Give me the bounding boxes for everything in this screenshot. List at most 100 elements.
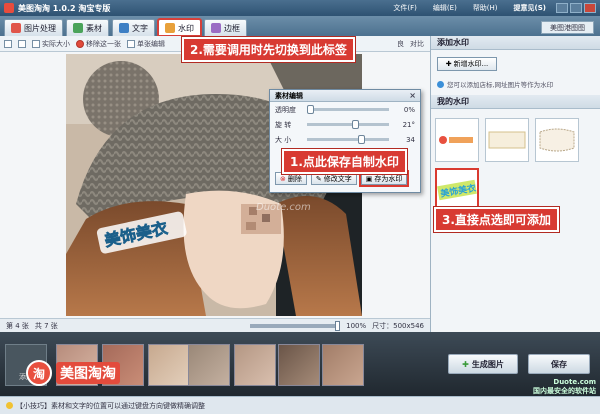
page-total: 共 7 张 — [34, 321, 58, 330]
tab-label: 边框 — [224, 23, 240, 33]
tab-image-edit[interactable]: 图片处理 — [4, 19, 63, 36]
zoom-out-icon — [4, 39, 12, 48]
tab-label: 图片处理 — [24, 23, 56, 33]
actual-size-label: 实际大小 — [42, 39, 70, 48]
watermark-thumb-image — [539, 128, 575, 152]
single-edit-label: 单张编辑 — [137, 39, 165, 48]
zoom-slider[interactable] — [250, 320, 341, 331]
title-bar: 美图淘淘 1.0.2 淘宝专版 文件(F) 编辑(E) 帮助(H) 提意见(S) — [0, 0, 600, 16]
compare-button[interactable]: 对比 — [410, 39, 424, 49]
border-icon — [211, 23, 221, 33]
watermark-icon — [165, 23, 175, 33]
delete-label: 删除 — [287, 174, 302, 183]
actual-size-button[interactable]: 实际大小 — [32, 39, 70, 49]
rotate-label: 旋 转 — [275, 120, 292, 129]
menu-file[interactable]: 文件(F) — [393, 3, 417, 13]
maximize-icon[interactable] — [570, 3, 582, 13]
zoom-out-button[interactable] — [4, 39, 12, 48]
edit-icon: ✎ — [315, 174, 322, 183]
info-icon — [437, 80, 444, 88]
watermark-thumb-selected[interactable]: 美饰美衣 — [435, 168, 479, 212]
opacity-label: 透明度 — [275, 105, 296, 114]
opacity-slider[interactable] — [307, 105, 389, 114]
my-watermark-header: 我的水印 — [431, 95, 600, 109]
plus-icon: ✚ — [445, 60, 452, 68]
watermark-thumb-image: 美饰美衣 — [437, 179, 477, 201]
dialog-close-icon[interactable]: × — [409, 91, 416, 100]
generate-icon: ✚ — [462, 359, 469, 369]
watermark-thumb[interactable] — [485, 118, 529, 162]
zoom-slider-thumb[interactable] — [335, 320, 341, 331]
toolbar-right-label[interactable]: 良 — [397, 39, 404, 49]
rotate-slider[interactable] — [307, 120, 389, 129]
generate-image-button[interactable]: ✚ 生成图片 — [448, 354, 518, 374]
watermark-thumb[interactable] — [535, 118, 579, 162]
tip-text: 【小技巧】素材和文字的位置可以通过键盘方向键做精确调整 — [16, 401, 205, 410]
watermark-tip: 您可以添加店标,网址图片等作为水印 — [437, 79, 600, 89]
image-edit-icon — [11, 23, 21, 33]
tab-text[interactable]: 文字 — [112, 19, 155, 36]
material-icon — [73, 23, 83, 33]
menu-feedback[interactable]: 提意见(S) — [514, 3, 546, 13]
slider-thumb[interactable] — [352, 120, 360, 129]
tab-label: 水印 — [178, 23, 194, 33]
slider-thumb[interactable] — [357, 135, 365, 144]
beauty-link-button[interactable]: 美图港图图 — [541, 21, 594, 34]
tab-border[interactable]: 边框 — [204, 19, 247, 36]
generate-label: 生成图片 — [471, 359, 504, 369]
add-watermark-header: 添加水印 — [431, 36, 600, 50]
film-thumb[interactable] — [278, 344, 320, 386]
tab-watermark[interactable]: 水印 — [157, 18, 202, 37]
material-edit-dialog: 素材编辑 × 透明度 0% 旋 转 21° 大 小 34 ⊗ 删除 ✎ 修改文字 ▣… — [269, 89, 421, 193]
minimize-icon[interactable] — [556, 3, 568, 13]
film-thumb[interactable] — [188, 344, 230, 386]
tab-material[interactable]: 素材 — [66, 19, 109, 36]
size-label: 大 小 — [275, 135, 292, 144]
image-size: 尺寸：500x546 — [372, 321, 424, 330]
callout-click-add: 3.直接点选即可添加 — [434, 207, 559, 232]
film-thumb[interactable] — [322, 344, 364, 386]
size-slider[interactable] — [307, 135, 389, 144]
new-watermark-button[interactable]: ✚ 新增水印... — [437, 57, 497, 71]
new-watermark-label: 新增水印... — [453, 60, 489, 68]
callout-switch-tab: 2.需要调用时先切换到此标签 — [182, 37, 355, 62]
app-logo-icon — [4, 3, 14, 13]
logo-text: 美图淘淘 — [56, 362, 120, 384]
single-edit-icon — [127, 39, 135, 48]
window-title: 美图淘淘 1.0.2 淘宝专版 — [18, 3, 111, 13]
slider-thumb[interactable] — [307, 105, 314, 114]
menu-bar: 文件(F) 编辑(E) 帮助(H) 提意见(S) — [393, 3, 546, 13]
corner-watermark: Duote.com 国内最安全的软件站 — [533, 378, 596, 396]
page-index: 第 4 张 — [6, 321, 29, 330]
my-watermark-list: 美饰美衣 — [435, 118, 579, 212]
zoom-in-icon — [18, 39, 26, 48]
site-watermark: Duote.com — [256, 202, 311, 213]
watermark-thumb[interactable] — [435, 118, 479, 162]
zoom-in-button[interactable] — [18, 39, 26, 48]
save-button[interactable]: 保存 — [528, 354, 590, 374]
remove-icon — [76, 39, 84, 48]
tab-label: 文字 — [132, 23, 148, 33]
film-thumb[interactable] — [234, 344, 276, 386]
close-icon[interactable] — [584, 3, 596, 13]
dialog-title: 素材编辑 — [275, 91, 303, 100]
toolbar-right: 良 对比 — [397, 39, 430, 49]
menu-edit[interactable]: 编辑(E) — [433, 3, 457, 13]
menu-help[interactable]: 帮助(H) — [473, 3, 498, 13]
single-edit-button[interactable]: 单张编辑 — [127, 39, 165, 49]
status-bar: 第 4 张 共 7 张 100% 尺寸：500x546 — [0, 318, 430, 332]
save-label: 保存 — [551, 359, 567, 369]
opacity-row: 透明度 0% — [270, 102, 420, 117]
corner-watermark-line1: Duote.com — [553, 378, 596, 386]
watermark-thumb-image — [488, 131, 526, 149]
actual-size-icon — [32, 39, 40, 48]
app-logo: 淘 美图淘淘 — [26, 360, 120, 386]
logo-icon: 淘 — [26, 360, 52, 386]
save-watermark-icon: ▣ — [365, 174, 373, 183]
delete-icon: ⊗ — [280, 174, 286, 183]
film-thumb[interactable] — [148, 344, 190, 386]
remove-one-button[interactable]: 移除这一张 — [76, 39, 121, 49]
tab-label: 素材 — [86, 23, 102, 33]
lightbulb-icon — [6, 402, 13, 409]
edit-text-label: 修改文字 — [323, 174, 352, 183]
